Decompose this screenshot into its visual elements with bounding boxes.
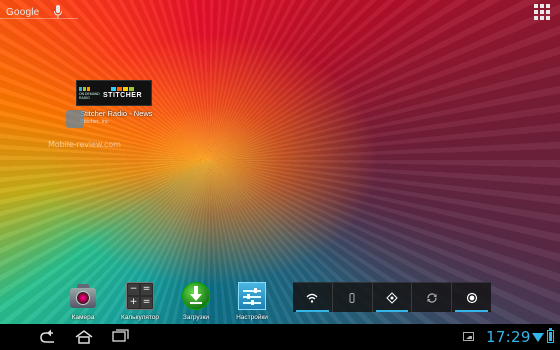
home-button[interactable] [74, 329, 94, 345]
dock-item-camera[interactable]: Камера [58, 282, 108, 321]
power-control-widget [293, 282, 491, 312]
all-apps-icon[interactable] [532, 3, 552, 21]
recent-apps-icon [112, 329, 129, 342]
sync-icon [427, 292, 437, 303]
brightness-icon [466, 292, 477, 303]
battery-icon [547, 328, 554, 343]
status-clock[interactable]: 17:29 [486, 328, 531, 346]
recent-apps-button[interactable] [111, 329, 131, 345]
widget-title: Stitcher Radio - News [80, 109, 153, 118]
screenshot-notification-icon[interactable] [463, 332, 474, 341]
system-bar: 17:29 [0, 324, 560, 350]
dock-label-calculator: Калькулятор [120, 314, 160, 321]
calculator-icon[interactable]: − = + = [126, 282, 154, 310]
stitcher-widget[interactable]: ON DEMAND RADIO STITCHER Stitcher Radio … [76, 80, 153, 134]
dock-item-downloads[interactable]: Загрузки [171, 282, 221, 321]
bluetooth-icon [349, 292, 355, 303]
dock-label-settings: Настройки [236, 314, 268, 321]
google-search-label[interactable]: Google [6, 7, 39, 18]
home-screen: Google ON DEMAND RADIO STITCHER Stitcher… [0, 0, 560, 350]
camera-icon[interactable] [69, 282, 97, 310]
drag-target-marker [66, 110, 84, 128]
gps-icon [386, 291, 398, 304]
dock-item-calculator[interactable]: − = + = Калькулятор [115, 282, 165, 321]
dock-label-downloads: Загрузки [182, 314, 210, 321]
home-icon [75, 330, 93, 344]
wifi-icon [306, 293, 318, 303]
back-button[interactable] [38, 329, 58, 345]
watermark: Mobile-review.com [48, 140, 121, 149]
stitcher-side-logo: ON DEMAND RADIO [79, 81, 101, 105]
settings-icon[interactable] [238, 282, 266, 310]
microphone-icon[interactable] [53, 5, 63, 19]
widget-subtitle: Stitcher, Inc [80, 119, 109, 125]
back-icon [40, 329, 54, 343]
search-divider [0, 18, 78, 19]
stitcher-brand-name: STITCHER [103, 92, 142, 99]
sync-toggle[interactable] [412, 283, 453, 312]
brightness-toggle[interactable] [452, 283, 491, 312]
dock-label-camera: Камера [71, 314, 95, 321]
wifi-status-icon [532, 333, 544, 342]
downloads-icon[interactable] [182, 282, 210, 310]
bluetooth-toggle[interactable] [333, 283, 373, 312]
stitcher-logo: STITCHER [103, 87, 142, 99]
stitcher-widget-card[interactable]: ON DEMAND RADIO STITCHER [76, 80, 152, 106]
gps-toggle[interactable] [373, 283, 413, 312]
dock-item-settings[interactable]: Настройки [227, 282, 277, 321]
wifi-toggle[interactable] [293, 283, 333, 312]
